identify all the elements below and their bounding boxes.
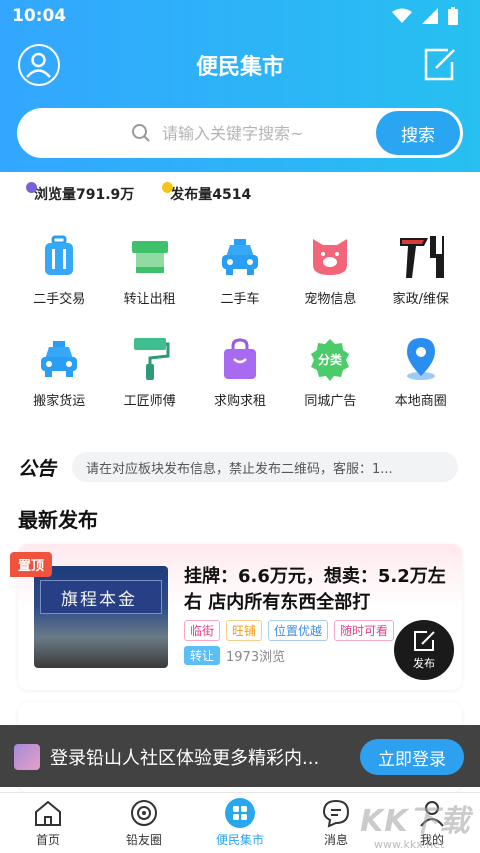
location-pin-icon bbox=[398, 336, 444, 382]
status-time: 10:04 bbox=[12, 6, 67, 26]
tab-label: 消息 bbox=[323, 833, 348, 847]
home-icon bbox=[32, 797, 64, 829]
category-pets[interactable]: 宠物信息 bbox=[285, 234, 375, 318]
listing-title: 挂牌：6.6万元，想卖：5.2万左右 店内所有东西全部打 bbox=[184, 566, 446, 613]
notice-text: 请在对应板块发布信息，禁止发布二维码，客服：1... bbox=[72, 452, 458, 482]
edit-post-button[interactable] bbox=[422, 46, 456, 82]
category-used-car[interactable]: 二手车 bbox=[195, 234, 285, 318]
category-label: 家政/维保 bbox=[392, 292, 449, 307]
title-bar: 便民集市 bbox=[0, 40, 480, 90]
stat-dot bbox=[26, 182, 37, 193]
svg-text:分类: 分类 bbox=[318, 352, 343, 367]
tab-circle[interactable]: 铅友圈 bbox=[96, 793, 192, 853]
category-local-ads[interactable]: 分类 同城广告 bbox=[285, 336, 375, 420]
search-bar: 搜索 bbox=[17, 108, 463, 158]
shopping-bag-icon bbox=[217, 336, 263, 382]
message-icon bbox=[320, 797, 352, 829]
category-secondhand[interactable]: 二手交易 bbox=[14, 234, 104, 318]
status-bar: 10:04 bbox=[0, 0, 480, 32]
login-button[interactable]: 立即登录 bbox=[360, 739, 464, 775]
luggage-icon bbox=[36, 234, 82, 280]
category-label: 工匠师傅 bbox=[123, 394, 176, 409]
stats-row: 浏览量791.9万 发布量4514 bbox=[26, 182, 252, 204]
listing-tags: 临街 旺铺 位置优越 随时可看 bbox=[184, 620, 395, 641]
circle-icon bbox=[128, 797, 160, 829]
category-label: 本地商圈 bbox=[394, 394, 447, 409]
category-label: 求购求租 bbox=[213, 394, 266, 409]
category-local-business[interactable]: 本地商圈 bbox=[376, 336, 466, 420]
stat-posts-label: 发布量4514 bbox=[170, 187, 252, 203]
notice-bar[interactable]: 公告 请在对应板块发布信息，禁止发布二维码，客服：1... bbox=[18, 450, 462, 484]
shop-stall-icon bbox=[127, 234, 173, 280]
market-icon bbox=[224, 797, 256, 829]
search-icon bbox=[132, 124, 150, 142]
category-label: 搬家货运 bbox=[33, 394, 86, 409]
category-housekeeping[interactable]: 家政/维保 bbox=[376, 234, 466, 318]
main-content: 浏览量791.9万 发布量4514 二手交易 转让出租 二手车 宠物信息 家政/… bbox=[0, 172, 480, 792]
stat-views: 浏览量791.9万 bbox=[26, 182, 135, 204]
category-label: 同城广告 bbox=[304, 394, 357, 409]
stat-posts: 发布量4514 bbox=[162, 182, 252, 204]
signal-icon bbox=[422, 8, 438, 24]
battery-icon bbox=[448, 7, 458, 25]
listing-tag: 随时可看 bbox=[334, 620, 395, 641]
tab-label: 铅友圈 bbox=[125, 833, 162, 847]
car-icon bbox=[217, 234, 263, 280]
category-craftsman[interactable]: 工匠师傅 bbox=[104, 336, 194, 420]
fab-label: 发布 bbox=[413, 657, 435, 670]
tab-home[interactable]: 首页 bbox=[0, 793, 96, 853]
tools-icon bbox=[398, 234, 444, 280]
tab-label: 首页 bbox=[35, 833, 60, 847]
app-logo-icon bbox=[14, 744, 40, 770]
header-area: 10:04 便民集市 搜索 bbox=[0, 0, 480, 172]
category-transfer-rent[interactable]: 转让出租 bbox=[104, 234, 194, 318]
search-button[interactable]: 搜索 bbox=[376, 111, 460, 155]
edit-icon bbox=[414, 631, 435, 651]
notice-tag: 公告 bbox=[18, 458, 57, 480]
listing-tag: 旺铺 bbox=[226, 620, 263, 641]
pig-icon bbox=[307, 234, 353, 280]
login-banner: 登录铅山人社区体验更多精彩内... 立即登录 bbox=[0, 725, 480, 787]
category-label: 宠物信息 bbox=[304, 292, 357, 307]
page-title: 便民集市 bbox=[195, 55, 284, 80]
tab-market[interactable]: 便民集市 bbox=[192, 793, 288, 853]
pinned-badge: 置顶 bbox=[10, 552, 53, 577]
category-wanted[interactable]: 求购求租 bbox=[195, 336, 285, 420]
category-moving[interactable]: 搬家货运 bbox=[14, 336, 104, 420]
listing-category-badge: 转让 bbox=[184, 646, 221, 665]
listing-tag: 临街 bbox=[184, 620, 221, 641]
listing-thumbnail: 旗程本金 bbox=[34, 566, 168, 668]
search-input[interactable] bbox=[162, 118, 382, 148]
ad-badge-icon: 分类 bbox=[307, 336, 353, 382]
watermark-logo: KK下载 bbox=[360, 804, 471, 839]
publish-fab-button[interactable]: 发布 bbox=[394, 620, 454, 680]
listing-meta: 转让 1973浏览 bbox=[184, 646, 285, 665]
tab-label: 便民集市 bbox=[215, 833, 264, 847]
status-icons bbox=[392, 7, 458, 25]
stat-views-label: 浏览量791.9万 bbox=[34, 187, 135, 203]
category-label: 二手交易 bbox=[33, 292, 86, 307]
listing-tag: 位置优越 bbox=[268, 620, 329, 641]
watermark-url: www.kkx.net bbox=[374, 838, 445, 851]
van-icon bbox=[36, 336, 82, 382]
shop-sign-text: 旗程本金 bbox=[61, 590, 137, 610]
category-label: 转让出租 bbox=[123, 292, 176, 307]
section-title-latest: 最新发布 bbox=[18, 508, 98, 532]
paint-roller-icon bbox=[127, 336, 173, 382]
edit-icon bbox=[424, 48, 455, 81]
login-banner-text: 登录铅山人社区体验更多精彩内... bbox=[50, 748, 320, 769]
wifi-icon bbox=[392, 8, 412, 23]
thumbnail-shop-sign: 旗程本金 bbox=[40, 580, 162, 614]
listing-views: 1973浏览 bbox=[226, 650, 286, 665]
category-grid: 二手交易 转让出租 二手车 宠物信息 家政/维保 搬家货运 工匠师傅 求购求租 bbox=[14, 234, 466, 420]
category-label: 二手车 bbox=[220, 292, 260, 307]
